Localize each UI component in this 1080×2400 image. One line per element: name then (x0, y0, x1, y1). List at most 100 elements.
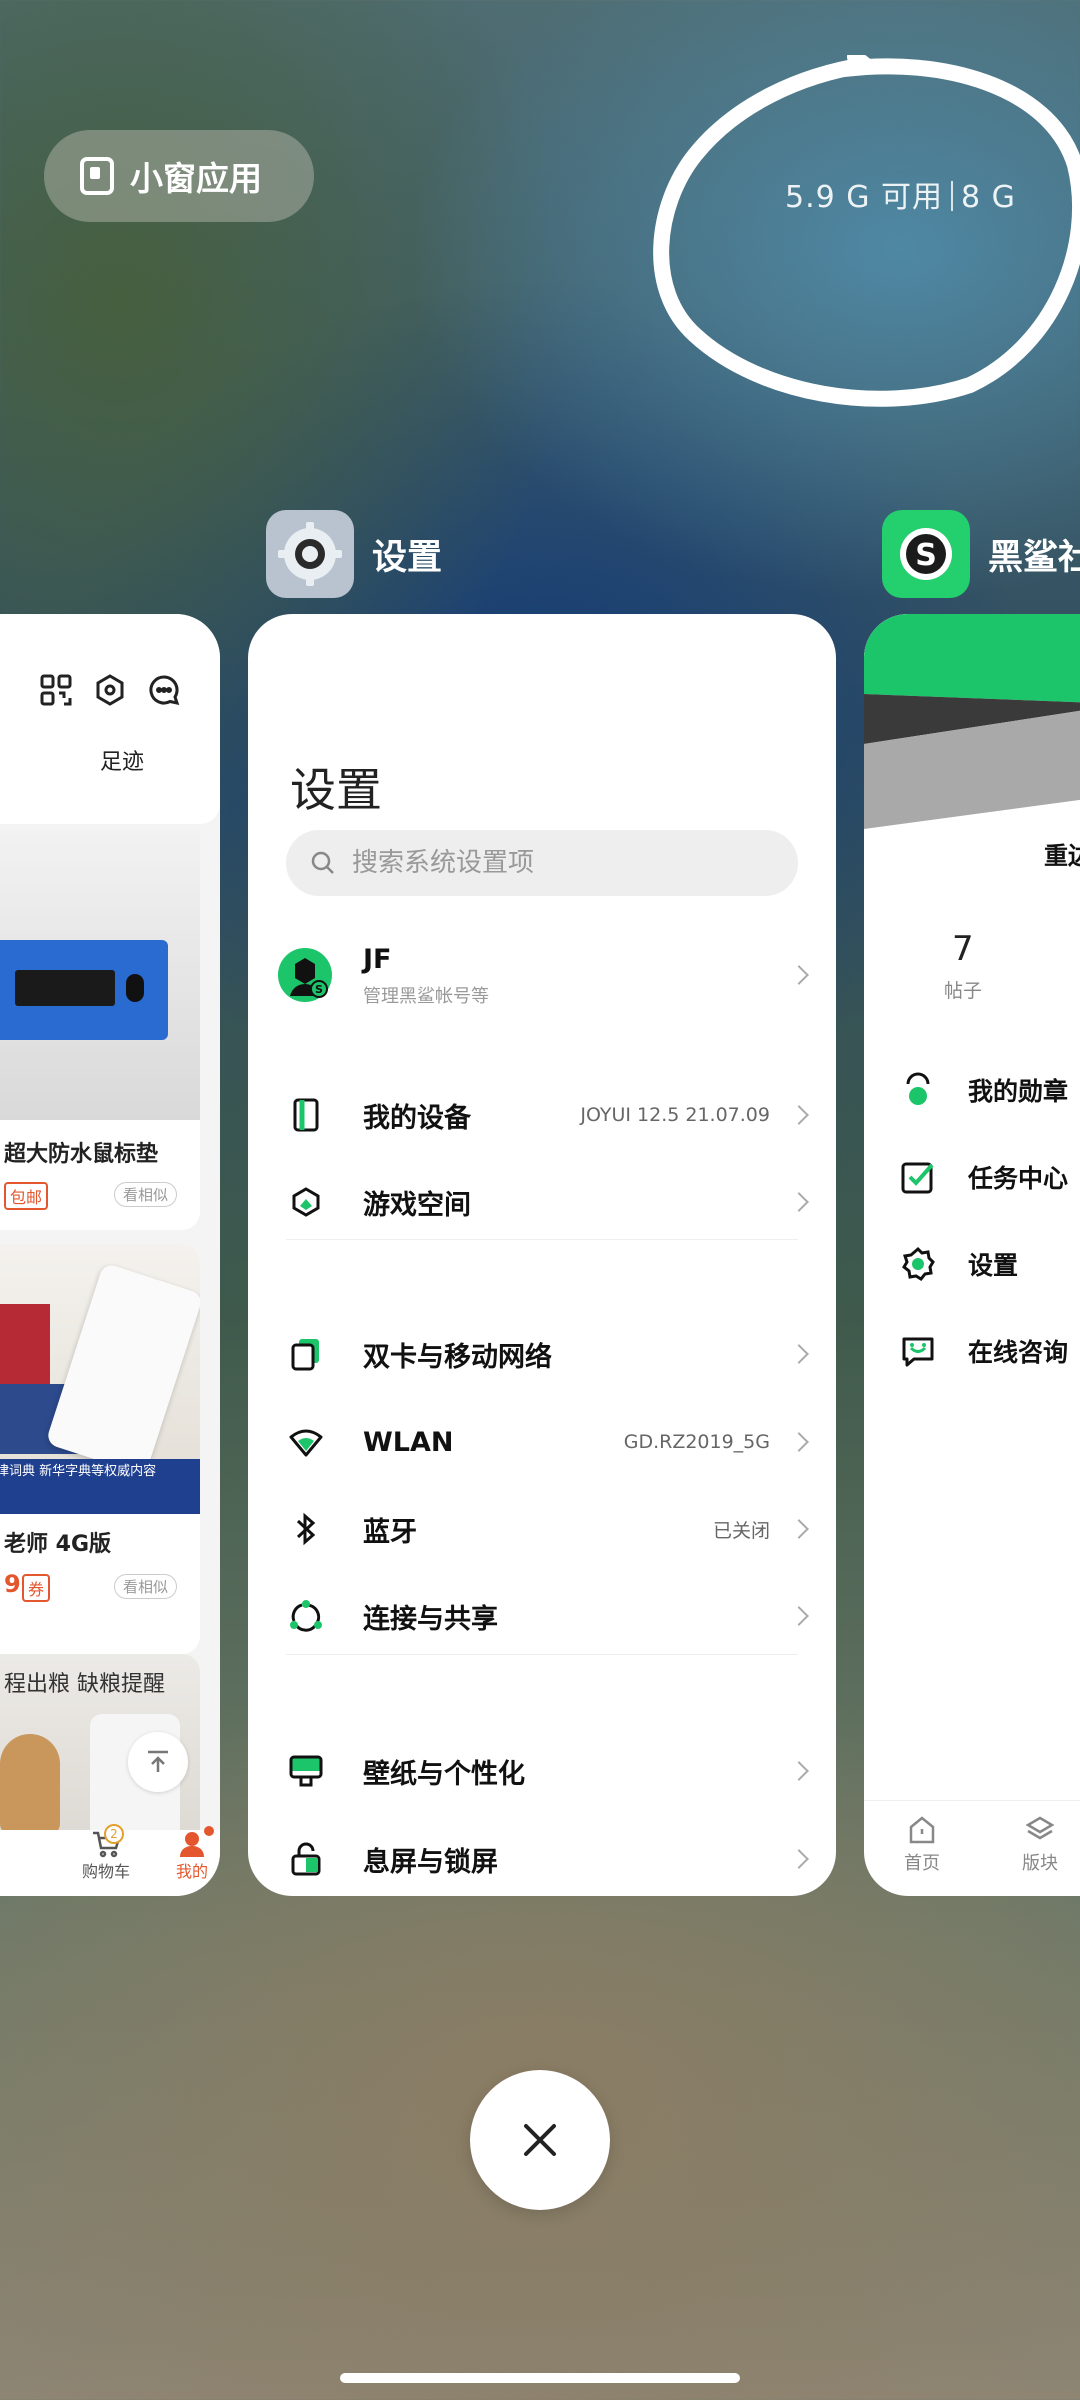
person-icon (179, 1832, 204, 1857)
small-window-apps-button[interactable]: 小窗应用 (44, 130, 314, 222)
chevron-right-icon (789, 965, 809, 985)
search-input[interactable] (352, 848, 752, 878)
settings-item-bluetooth[interactable]: 蓝牙 已关闭 (248, 1489, 836, 1569)
footprint-label[interactable]: 足迹 (100, 744, 144, 776)
tab-cart[interactable]: 2 购物车 (82, 1824, 130, 1896)
memory-separator (951, 181, 954, 211)
tab-home[interactable]: 首页 (904, 1815, 940, 1875)
blackshark-app-name: 黑鲨社 (988, 537, 1080, 578)
tab-board[interactable]: 版块 (1022, 1815, 1058, 1875)
divider (286, 1239, 798, 1240)
settings-item-label: WLAN (363, 1426, 454, 1458)
profile-banner (864, 614, 1080, 834)
community-tab-bar: 首页 版块 (864, 1800, 1080, 1896)
menu-item-tasks[interactable]: 任务中心 (864, 1147, 1080, 1207)
chevron-right-icon (789, 1192, 809, 1212)
product-banner-text: 律词典 新华字典等权威内容 (0, 1464, 157, 1479)
menu-item-label: 在线咨询 (968, 1338, 1069, 1367)
tab-mine-label: 我的 (175, 1862, 208, 1881)
small-window-label: 小窗应用 (130, 159, 262, 198)
free-shipping-tag: 包邮 (4, 1182, 49, 1210)
coupon-tag: 券 (22, 1574, 51, 1602)
settings-item-lock-screen[interactable]: 息屏与锁屏 (248, 1819, 836, 1896)
chevron-right-icon (789, 1849, 809, 1869)
task-check-icon (901, 1162, 934, 1194)
wallpaper-icon (288, 1753, 324, 1789)
svg-text:S: S (315, 983, 323, 996)
small-window-icon (80, 157, 114, 195)
posts-count: 7 (952, 929, 974, 969)
settings-item-label: 连接与共享 (363, 1603, 498, 1635)
menu-item-label: 设置 (968, 1251, 1019, 1280)
menu-item-medals[interactable]: 我的勋章 (864, 1060, 1080, 1120)
see-similar-button[interactable]: 看相似 (114, 1182, 178, 1207)
back-to-top-button[interactable] (128, 1732, 188, 1792)
memory-available: 5.9 G 可用 (785, 180, 944, 215)
chevron-right-icon (789, 1761, 809, 1781)
cat-image (0, 1734, 60, 1834)
avatar: S (278, 948, 332, 1002)
settings-item-label: 壁纸与个性化 (363, 1758, 525, 1790)
memory-status: 5.9 G 可用 8 G (785, 172, 1016, 216)
menu-item-label: 我的勋章 (968, 1077, 1069, 1106)
product-image-mousepad (0, 830, 200, 1120)
chevron-right-icon (789, 1606, 809, 1626)
close-icon (524, 2124, 556, 2156)
product-title: 超大防水鼠标垫 (4, 1142, 159, 1167)
menu-item-online-consult[interactable]: 在线咨询 (864, 1321, 1080, 1381)
product-card[interactable]: 律词典 新华字典等权威内容 老师 4G版 9 券 看相似 (0, 1244, 200, 1654)
chevron-right-icon (789, 1432, 809, 1452)
settings-item-value: JOYUI 12.5 21.07.09 (580, 1104, 770, 1126)
chevron-right-icon (789, 1519, 809, 1539)
product-card[interactable]: 超大防水鼠标垫 包邮 看相似 (0, 830, 200, 1230)
blackshark-app-icon: S (882, 510, 970, 598)
profile-action-text[interactable]: 重边 (1044, 836, 1080, 871)
bluetooth-icon (288, 1511, 324, 1547)
settings-item-label: 游戏空间 (363, 1189, 471, 1221)
divider (286, 1654, 798, 1655)
tab-home-label: 首页 (904, 1853, 940, 1874)
message-icon[interactable] (148, 674, 180, 706)
game-space-icon (288, 1184, 324, 1220)
home-indicator-bar[interactable] (340, 2373, 740, 2383)
settings-item-my-device[interactable]: 我的设备 JOYUI 12.5 21.07.09 (248, 1075, 836, 1155)
svg-text:S: S (915, 538, 937, 573)
settings-item-sim-network[interactable]: 双卡与移动网络 (248, 1314, 836, 1394)
gear-icon (902, 1246, 935, 1281)
shopping-tab-bar: 2 购物车 我的 (0, 1824, 220, 1896)
settings-item-game-space[interactable]: 游戏空间 (248, 1162, 836, 1242)
shopping-header: 足迹 (0, 614, 220, 824)
settings-item-wlan[interactable]: WLAN GD.RZ2019_5G (248, 1402, 836, 1482)
home-icon (909, 1816, 935, 1844)
layers-icon (1025, 1816, 1055, 1840)
account-subtitle: 管理黑鲨帐号等 (363, 986, 489, 1007)
medal-icon (906, 1072, 930, 1105)
tab-mine[interactable]: 我的 (175, 1826, 214, 1896)
memory-total: 8 G (961, 180, 1016, 215)
product-image-tablet: 律词典 新华字典等权威内容 (0, 1244, 200, 1514)
product-title: 老师 4G版 (4, 1532, 112, 1557)
tab-board-label: 版块 (1022, 1853, 1058, 1874)
product-title: 程出粮 缺粮提醒 (4, 1672, 165, 1697)
see-similar-button[interactable]: 看相似 (114, 1574, 178, 1599)
share-connection-icon (288, 1598, 324, 1634)
settings-item-wallpaper[interactable]: 壁纸与个性化 (248, 1731, 836, 1811)
menu-item-label: 任务中心 (968, 1164, 1069, 1193)
shopping-app-card[interactable]: 足迹 超大防水鼠标垫 包邮 看相似 律词典 新华字典等权威内容 老师 4G版 9… (0, 614, 220, 1896)
blackshark-app-card[interactable]: 重边 7 帖子 我的勋章 任务中心 设置 在线咨询 首页 版块 (864, 614, 1080, 1896)
settings-item-value: GD.RZ2019_5G (623, 1431, 770, 1453)
sim-card-icon (288, 1336, 324, 1372)
wifi-icon (288, 1424, 324, 1460)
lock-icon (288, 1841, 324, 1877)
settings-item-label: 息屏与锁屏 (363, 1846, 498, 1878)
settings-app-card[interactable]: 设置 S JF 管理黑鲨帐号等 我的设备 JOYUI 12.5 21.07.09 (248, 614, 836, 1896)
menu-item-settings[interactable]: 设置 (864, 1234, 1080, 1294)
settings-app-label: 设置 (266, 510, 442, 598)
settings-item-connection-sharing[interactable]: 连接与共享 (248, 1576, 836, 1656)
gear-icon[interactable] (94, 674, 126, 706)
search-icon (311, 851, 334, 874)
chat-support-icon (902, 1337, 934, 1367)
clear-all-button[interactable] (470, 2070, 610, 2210)
search-bar[interactable] (286, 830, 798, 896)
qr-scan-icon[interactable] (40, 674, 72, 706)
